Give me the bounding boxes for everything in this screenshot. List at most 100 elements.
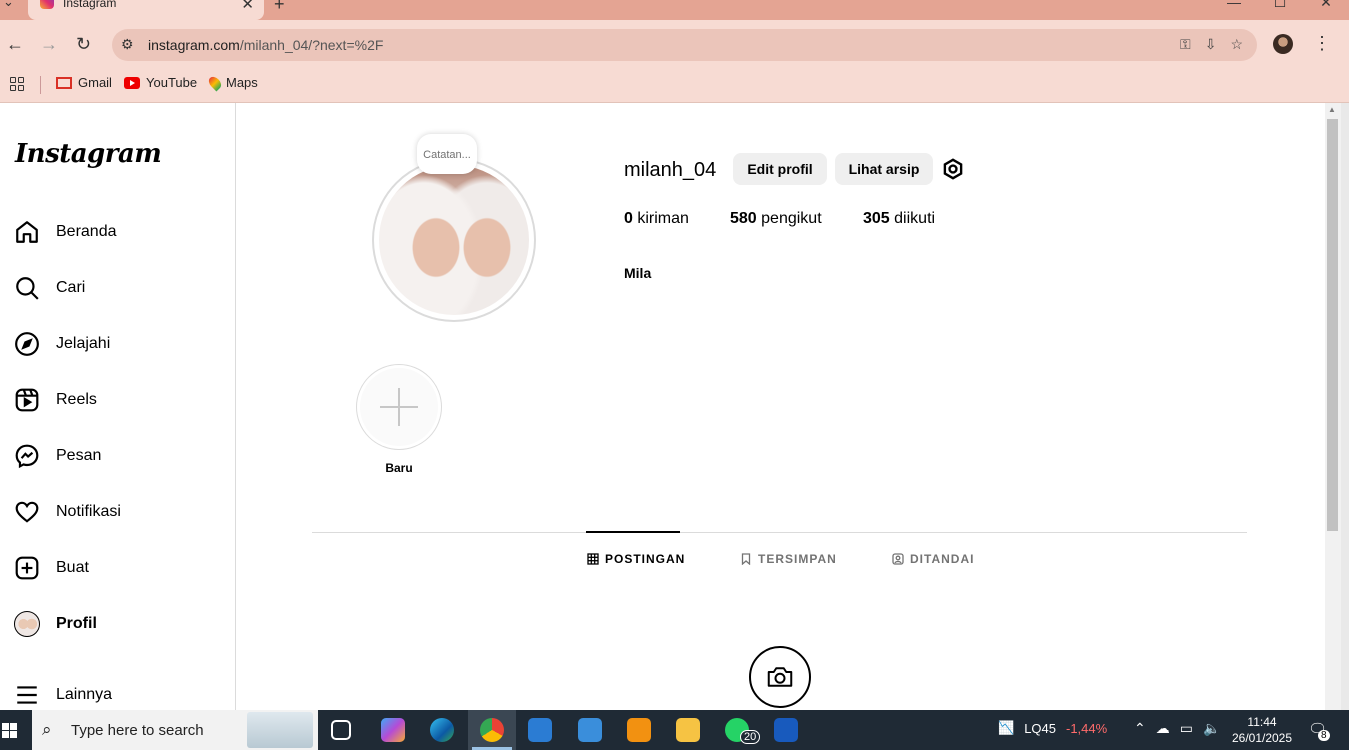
posts-number: 0	[624, 210, 633, 227]
sidebar-item-label: Lainnya	[56, 686, 113, 703]
sidebar-item-reels[interactable]: Reels	[14, 387, 97, 413]
forward-icon[interactable]: →	[40, 34, 58, 55]
sidebar-item-beranda[interactable]: Beranda	[14, 219, 117, 245]
sidebar-item-jelajahi[interactable]: Jelajahi	[14, 331, 110, 357]
new-tab-icon[interactable]: +	[274, 0, 285, 15]
task-view-icon[interactable]	[331, 720, 351, 740]
search-icon	[16, 277, 39, 300]
bookmark-gmail[interactable]: Gmail	[56, 75, 112, 90]
reload-icon[interactable]: ↻	[76, 34, 91, 55]
window-edge	[1341, 103, 1349, 710]
profile-full-name: Mila	[624, 265, 652, 281]
maps-icon	[206, 74, 224, 91]
system-tray: ⌃ ☁ ▭ 🔈	[1134, 720, 1220, 737]
new-highlight-label: Baru	[385, 461, 413, 475]
scroll-thumb[interactable]	[1327, 119, 1338, 531]
new-highlight-button[interactable]	[356, 364, 442, 450]
tab-title: Instagram	[63, 0, 117, 10]
bookmark-youtube[interactable]: YouTube	[124, 75, 197, 90]
following-count[interactable]: 305 diikuti	[863, 210, 935, 228]
bookmark-icon	[741, 553, 751, 565]
taskbar-search-placeholder: Type here to search	[71, 722, 204, 739]
apps-grid-icon[interactable]	[10, 77, 24, 91]
window-controls: — ☐ ✕	[1211, 0, 1349, 11]
maximize-icon[interactable]: ☐	[1257, 0, 1303, 11]
bookmark-separator	[40, 76, 41, 94]
camera-icon	[767, 667, 793, 687]
taskbar-search[interactable]: ⌕ Type here to search	[32, 710, 318, 750]
instagram-logo[interactable]: Instagram	[15, 139, 162, 169]
following-number: 305	[863, 210, 890, 227]
address-bar[interactable]: ⚙ instagram.com/milanh_04/?next=%2F ⚿ ⇩ …	[112, 29, 1257, 61]
browser-toolbar: ← → ↻ ⚙ instagram.com/milanh_04/?next=%2…	[0, 20, 1349, 70]
bookmarks-bar: Gmail YouTube Maps	[0, 70, 1349, 103]
file-explorer-icon[interactable]	[676, 718, 700, 742]
minimize-icon[interactable]: —	[1211, 0, 1257, 11]
site-info-icon[interactable]: ⚙	[121, 36, 134, 53]
settings-gear-icon[interactable]	[940, 156, 966, 182]
clock-time: 11:44	[1247, 715, 1277, 729]
word-icon[interactable]	[774, 718, 798, 742]
sidebar-item-lainnya[interactable]: Lainnya	[14, 682, 112, 708]
heart-icon	[15, 501, 39, 523]
bookmark-label: Gmail	[78, 75, 112, 90]
show-hidden-icons-icon[interactable]: ⌃	[1134, 720, 1146, 737]
sidebar-item-pesan[interactable]: Pesan	[14, 443, 101, 469]
bookmark-star-icon[interactable]: ☆	[1230, 36, 1243, 53]
stock-widget[interactable]: 📉 LQ45 -1,44%	[998, 720, 1107, 736]
close-window-icon[interactable]: ✕	[1303, 0, 1349, 11]
password-key-icon[interactable]: ⚿	[1180, 36, 1191, 53]
following-label: diikuti	[894, 210, 936, 227]
bookmark-label: YouTube	[146, 75, 198, 90]
youtube-icon	[124, 76, 140, 89]
onedrive-cloud-icon[interactable]: ☁	[1156, 720, 1170, 737]
install-app-icon[interactable]: ⇩	[1205, 36, 1217, 53]
chrome-profile-avatar[interactable]	[1273, 34, 1293, 54]
microsoft-store-icon[interactable]	[528, 718, 552, 742]
sidebar-item-buat[interactable]: Buat	[14, 555, 89, 581]
tab-strip: ⌄ Instagram ✕ + — ☐ ✕	[0, 0, 1349, 20]
edge-icon[interactable]	[430, 718, 454, 742]
profile-avatar[interactable]	[372, 158, 536, 322]
scroll-up-arrow-icon[interactable]: ▲	[1328, 105, 1336, 114]
bookmark-label: Maps	[226, 75, 258, 90]
tab-tersimpan[interactable]: TERSIMPAN	[740, 552, 837, 566]
taskbar-search-icon: ⌕	[42, 720, 52, 739]
reels-icon	[15, 388, 39, 412]
create-icon	[15, 556, 39, 580]
page-scrollbar[interactable]: ▲	[1325, 103, 1341, 710]
tab-ditandai[interactable]: DITANDAI	[892, 552, 974, 566]
chrome-menu-icon[interactable]: ⋮	[1313, 33, 1331, 54]
note-bubble[interactable]: Catatan...	[417, 134, 477, 174]
mail-icon[interactable]	[578, 718, 602, 742]
gmail-icon	[56, 76, 72, 89]
browser-tab[interactable]: Instagram ✕	[28, 0, 264, 20]
compass-icon	[15, 332, 39, 356]
tab-close-icon[interactable]: ✕	[241, 0, 254, 13]
taskbar-clock[interactable]: 11:44 26/01/2025	[1226, 714, 1298, 746]
posts-label: kiriman	[637, 210, 689, 227]
home-icon	[16, 221, 38, 243]
windows-start-icon[interactable]	[0, 710, 30, 750]
tab-postingan[interactable]: POSTINGAN	[587, 552, 685, 566]
sidebar-item-cari[interactable]: Cari	[14, 275, 85, 301]
bookmark-maps[interactable]: Maps	[206, 74, 258, 91]
profile-photo	[379, 165, 529, 315]
followers-count[interactable]: 580 pengikut	[730, 210, 822, 228]
edit-profile-button[interactable]: Edit profil	[733, 153, 827, 185]
url-text[interactable]: instagram.com/milanh_04/?next=%2F	[148, 37, 383, 53]
back-icon[interactable]: ←	[6, 34, 24, 55]
instagram-favicon-icon	[40, 0, 54, 9]
sidebar-item-profil[interactable]: Profil	[14, 611, 97, 637]
search-highlight-image	[247, 712, 313, 748]
sidebar-item-notifikasi[interactable]: Notifikasi	[14, 499, 121, 525]
tagged-user-icon	[892, 553, 904, 565]
view-archive-button[interactable]: Lihat arsip	[835, 153, 933, 185]
chrome-icon[interactable]	[480, 718, 504, 742]
copilot-icon[interactable]	[381, 718, 405, 742]
battery-icon[interactable]: ▭	[1180, 720, 1193, 737]
volume-icon[interactable]: 🔈	[1203, 720, 1220, 737]
sublime-text-icon[interactable]	[627, 718, 651, 742]
share-photos-camera[interactable]	[749, 646, 811, 708]
tab-search-chevron-icon[interactable]: ⌄	[3, 0, 14, 10]
